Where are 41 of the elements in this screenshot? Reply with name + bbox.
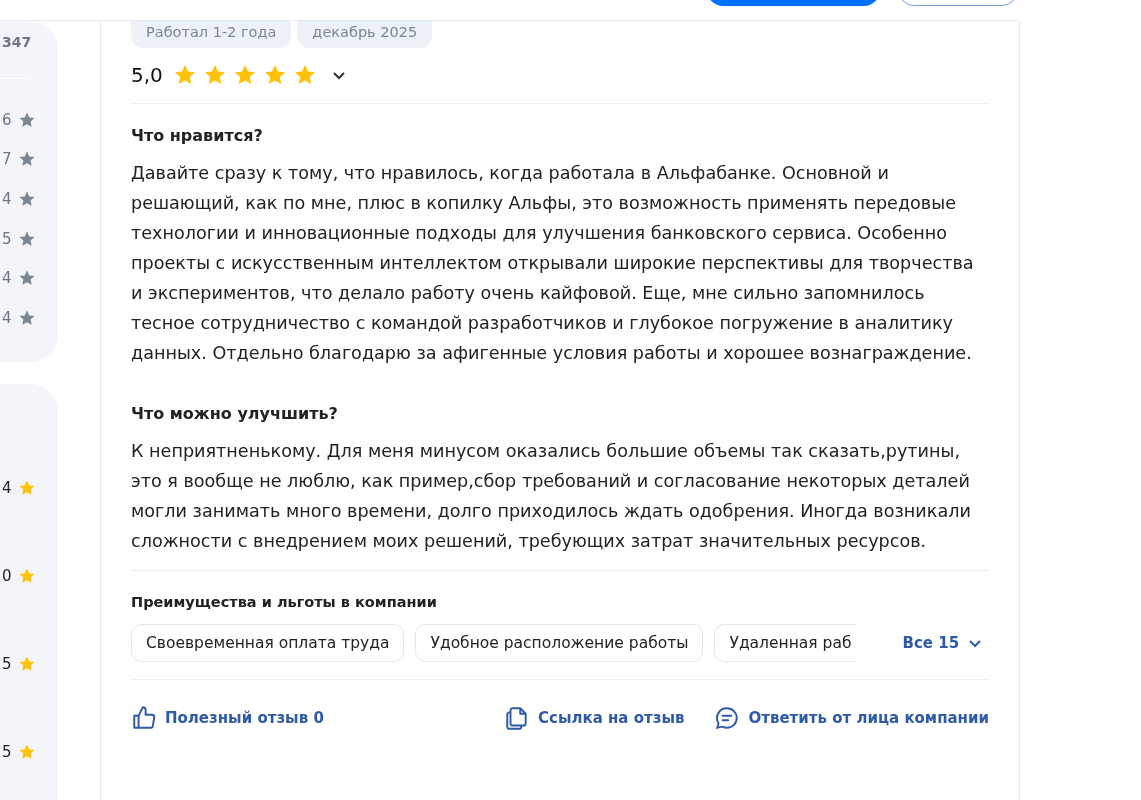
star-icon (18, 190, 36, 208)
star-icon (18, 743, 36, 761)
star-icon (232, 63, 257, 87)
action-link[interactable]: Полезный отзыв 0 (131, 705, 324, 731)
action-link[interactable]: Ответить от лица компании (714, 705, 989, 731)
star-icon (202, 63, 227, 87)
star-icon (172, 63, 197, 87)
benefit-chip: Своевременная оплата труда (131, 624, 405, 662)
star-icon (18, 479, 36, 497)
review-text: К неприятненькому. Для меня минусом оказались большие объемы так сказать,рутины, это я вообще не люблю, как пример,сбор требований и согласование некоторых деталей могли занимать много времени, долго приходилось ждать одобрения. Иногда возникали сложности с внедрением моих решений, требующих затрат значительных ресурсов. (131, 440, 972, 553)
rating-value: 5,0 (131, 63, 163, 87)
action-link[interactable]: Ссылка на отзыв (504, 705, 685, 731)
star-icon (18, 150, 36, 169)
category-rating: 5 (2, 743, 13, 761)
star-icon (18, 567, 36, 585)
star-icon (262, 63, 287, 87)
thumbs-up-icon (131, 705, 157, 731)
section-heading: Что нравится? (131, 125, 264, 147)
category-rating: 5 (2, 655, 13, 673)
benefit-chip: Удаленная раб (714, 624, 858, 662)
review-text: Давайте сразу к тому, что нравилось, когда работала в Альфабанке. Основной и решающий, как по мне, плюс в копилку Альфы, это возможность применять передовые технологии и инновационные подходы для улучшения банковского сервиса. Особенно проекты с искусственным интеллектом открывали широкие перспективы для творчества и экспериментов, что делало работу очень кайфовой. Еще, мне сильно запомнилось тесное сотрудничество с командой разработчиков и глубокое погружение в аналитику данных. Отдельно благодарю за афигенные условия работы и хорошее вознаграждение. (131, 162, 975, 365)
star-icon (18, 269, 36, 288)
rating-count: 4 (2, 190, 13, 208)
show-all-button[interactable]: Все 15 (902, 634, 984, 652)
category-rating: 0 (2, 567, 13, 585)
benefits-heading: Преимущества и льготы в компании (131, 594, 438, 610)
star-icon (292, 63, 317, 87)
review-tag: Работал 1-2 года (131, 21, 292, 48)
review-count: 347 (2, 33, 33, 52)
copy-icon (504, 705, 530, 731)
rating-count: 6 (2, 110, 13, 129)
chat-bubble-icon (714, 705, 741, 731)
rating-count: 4 (2, 269, 13, 288)
benefit-chip: Удобное расположение работы (415, 624, 704, 662)
category-rating: 4 (2, 479, 13, 497)
star-icon (18, 655, 36, 673)
rating-count: 5 (2, 229, 13, 248)
rating-count: 4 (2, 308, 13, 327)
rating-count: 7 (2, 150, 13, 169)
review-tag: декабрь 2025 (297, 21, 433, 48)
section-heading: Что можно улучшить? (131, 403, 339, 425)
